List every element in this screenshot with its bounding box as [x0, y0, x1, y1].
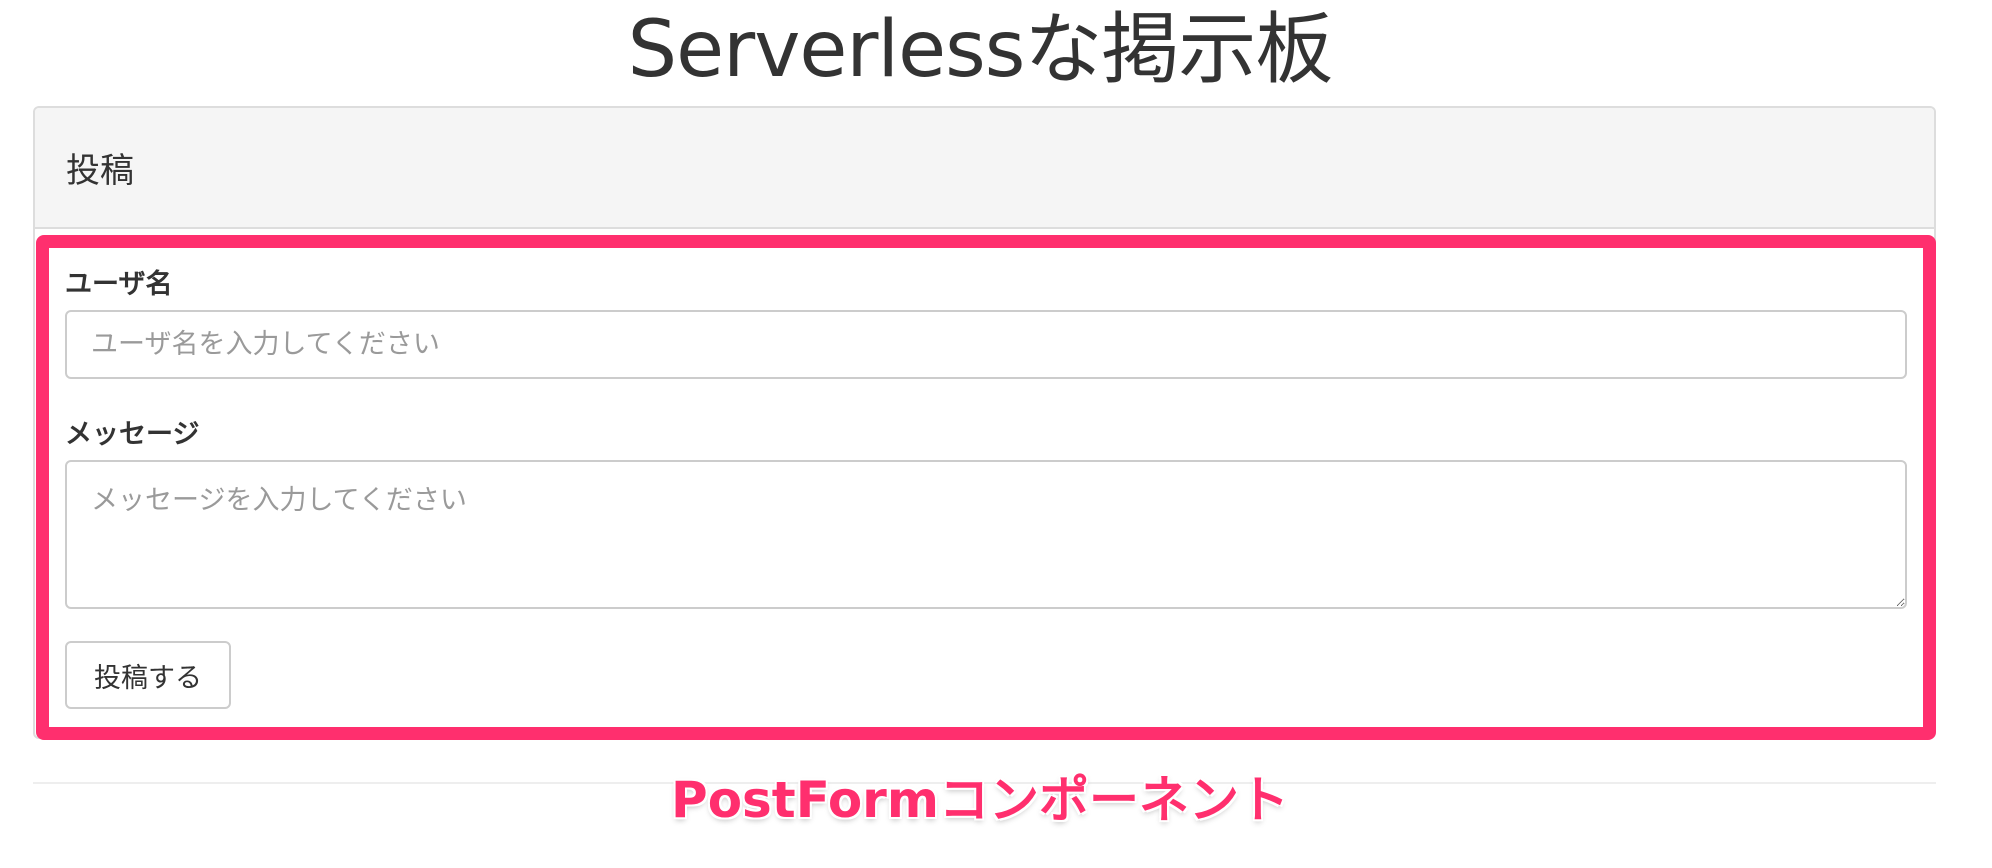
page: Serverlessな掲示板 投稿 ユーザ名 メッセージ 投稿する PostFo…	[0, 0, 1992, 868]
username-label: ユーザ名	[65, 269, 173, 300]
message-textarea[interactable]	[65, 460, 1907, 609]
submit-button[interactable]: 投稿する	[65, 641, 231, 709]
page-title: Serverlessな掲示板	[627, 5, 1334, 95]
username-input[interactable]	[65, 310, 1907, 379]
panel-heading: 投稿	[35, 108, 1934, 229]
message-label: メッセージ	[65, 419, 200, 450]
panel-heading-title: 投稿	[66, 151, 134, 191]
post-panel: 投稿	[33, 106, 1936, 739]
component-annotation: PostFormコンポーネント	[671, 771, 1289, 829]
